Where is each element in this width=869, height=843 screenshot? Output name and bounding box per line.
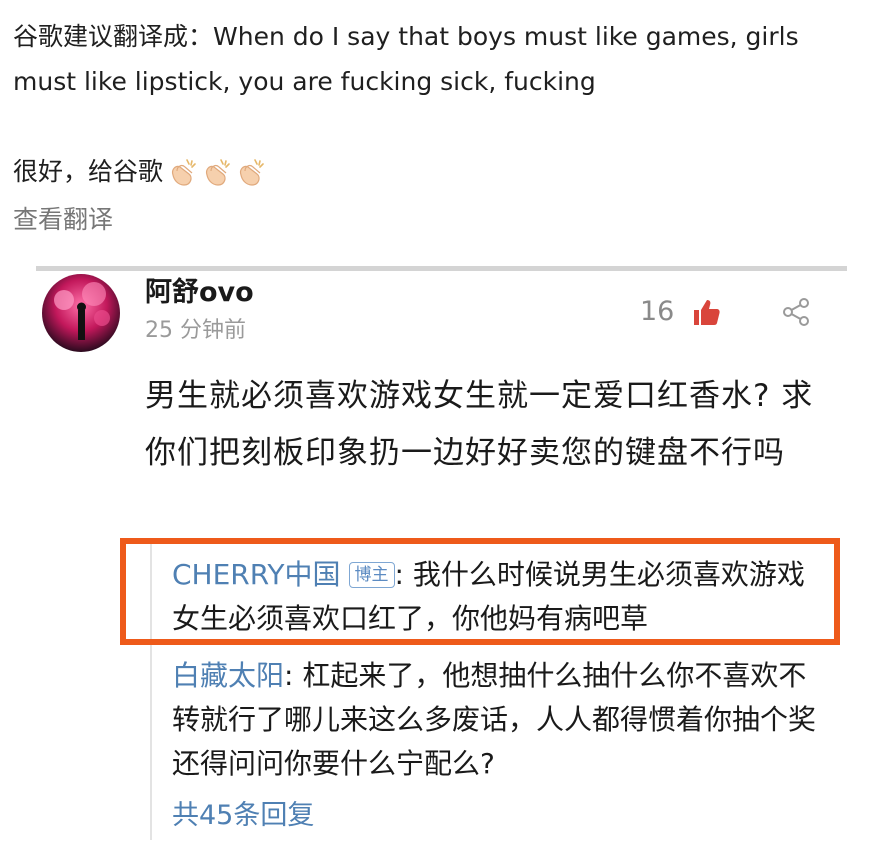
comment-timestamp: 25 分钟前 (145, 318, 246, 343)
author-badge: 博主 (348, 562, 395, 588)
good-line: 很好，给谷歌 (13, 152, 269, 192)
comment-username[interactable]: 阿舒ovo (145, 274, 254, 312)
avatar[interactable] (42, 274, 120, 352)
emoji-group (167, 157, 269, 187)
good-text: 很好，给谷歌 (13, 157, 164, 186)
thumbs-up-icon[interactable] (690, 296, 722, 328)
clap-icon (205, 159, 230, 186)
reply-item: 白藏太阳: 杠起来了，他想抽什么抽什么你不喜欢不转就行了哪儿来这么多废话，人人都… (172, 654, 832, 786)
like-count: 16 (640, 296, 675, 327)
suggested-translation: 谷歌建议翻译成：When do I say that boys must lik… (13, 14, 853, 104)
reply-item: CHERRY中国 博主: 我什么时候说男生必须喜欢游戏女生必须喜欢口红了，你他妈有… (172, 553, 832, 641)
view-translation-link[interactable]: 查看翻译 (13, 200, 113, 240)
clap-icon (239, 159, 264, 186)
more-replies-link[interactable]: 共45条回复 (172, 796, 314, 836)
translation-prefix: 谷歌建议翻译成： (13, 22, 214, 51)
original-post: 谷歌建议翻译成：When do I say that boys must lik… (0, 0, 869, 262)
comment-text: 男生就必须喜欢游戏女生就一定爱口红香水? 求你们把刻板印象扔一边好好卖您的键盘不… (145, 378, 814, 471)
share-icon[interactable] (780, 296, 812, 328)
reply-username[interactable]: 白藏太阳 (172, 659, 284, 692)
reply-username[interactable]: CHERRY中国 (172, 558, 341, 591)
clap-icon (171, 159, 196, 186)
